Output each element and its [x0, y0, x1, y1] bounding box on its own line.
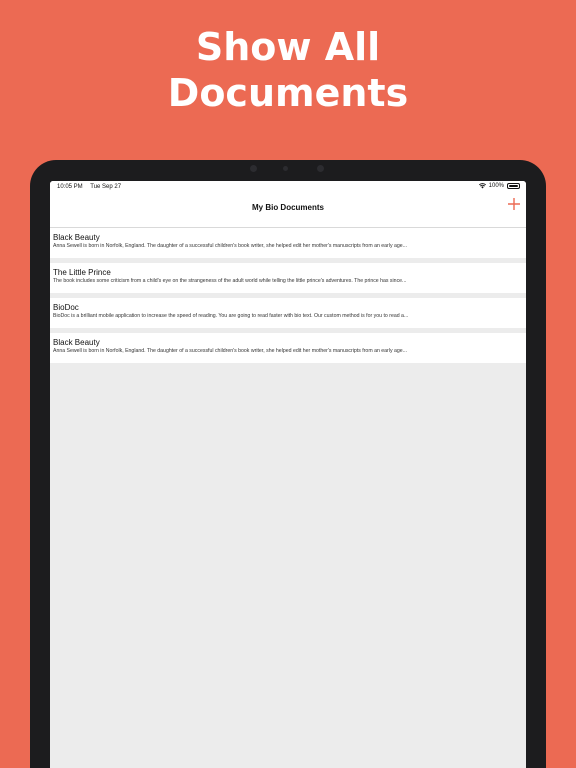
document-description: BioDoc is a brilliant mobile application…	[53, 313, 409, 319]
document-description: The book includes some criticism from a …	[53, 278, 407, 284]
app-screen: 10:05 PM Tue Sep 27 100% My Bio Document…	[50, 181, 526, 768]
navigation-bar: My Bio Documents	[50, 193, 526, 228]
page-title: My Bio Documents	[251, 203, 324, 212]
document-description: Anna Sewell is born in Norfolk, England.…	[53, 348, 407, 354]
status-time: 10:05 PM	[57, 184, 83, 190]
tablet-device-frame: 10:05 PM Tue Sep 27 100% My Bio Document…	[30, 160, 546, 768]
document-row[interactable]: Black Beauty Anna Sewell is born in Norf…	[50, 228, 526, 258]
camera-icon	[283, 166, 288, 171]
document-title: Black Beauty	[53, 233, 100, 242]
headline-line-1: Show All	[195, 25, 381, 69]
promo-headline: Show All Documents	[0, 24, 576, 116]
document-title: Black Beauty	[53, 338, 100, 347]
sensor-dot	[250, 165, 257, 172]
add-document-button[interactable]	[505, 195, 523, 213]
document-title: The Little Prince	[53, 268, 111, 277]
document-row[interactable]: BioDoc BioDoc is a brilliant mobile appl…	[50, 298, 526, 328]
sensor-dot	[317, 165, 324, 172]
documents-list: Black Beauty Anna Sewell is born in Norf…	[50, 228, 526, 363]
headline-line-2: Documents	[167, 71, 409, 115]
plus-icon	[508, 198, 520, 210]
document-title: BioDoc	[53, 303, 79, 312]
document-row[interactable]: The Little Prince The book includes some…	[50, 263, 526, 293]
document-description: Anna Sewell is born in Norfolk, England.…	[53, 243, 407, 249]
status-date: Tue Sep 27	[90, 184, 122, 190]
battery-percent: 100%	[488, 183, 504, 189]
battery-icon	[507, 183, 520, 189]
status-bar: 10:05 PM Tue Sep 27 100%	[50, 181, 526, 193]
wifi-icon	[478, 183, 486, 189]
document-row[interactable]: Black Beauty Anna Sewell is born in Norf…	[50, 333, 526, 363]
